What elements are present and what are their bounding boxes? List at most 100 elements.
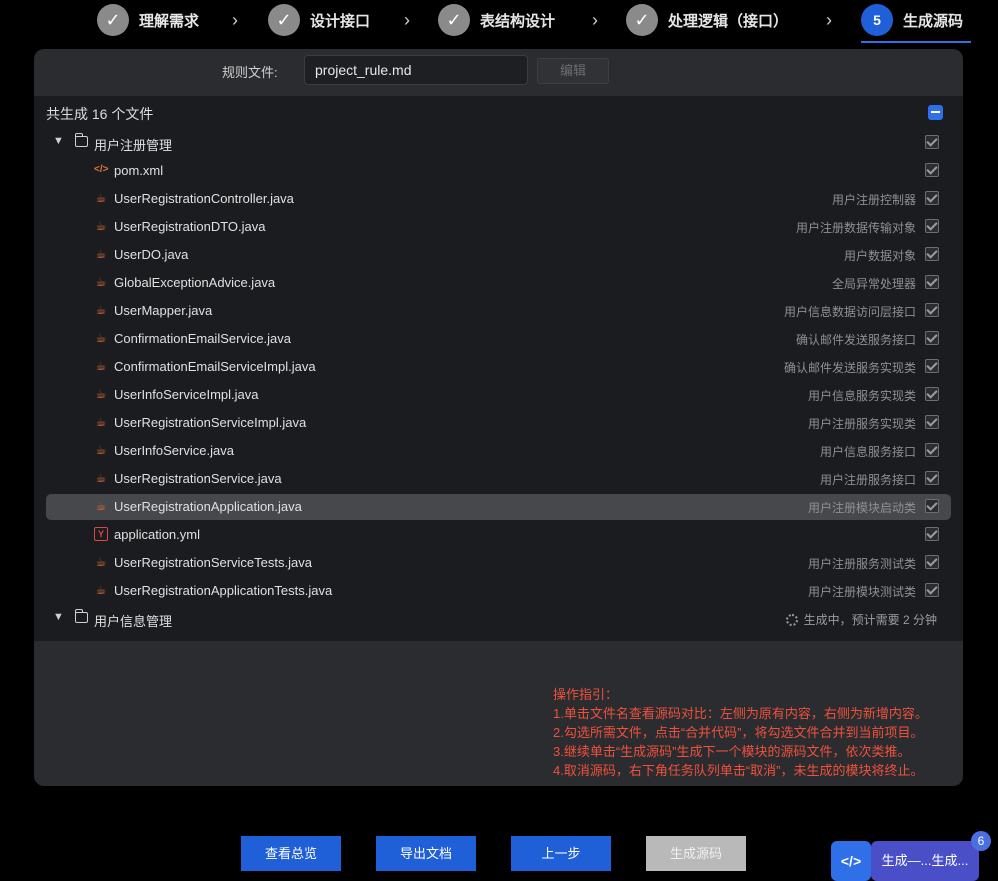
file-description: 用户注册服务测试类 xyxy=(807,557,916,571)
file-checkbox[interactable] xyxy=(925,359,939,373)
file-description: 用户注册数据传输对象 xyxy=(795,221,916,235)
file-name[interactable]: pom.xml xyxy=(114,163,163,178)
folder-row[interactable]: ▼ 用户信息管理 生成中，预计需要 2 分钟 xyxy=(46,606,951,632)
chevron-down-icon[interactable]: ▼ xyxy=(53,135,64,147)
guide-line: 3.继续单击“生成源码”生成下一个模块的源码文件，依次类推。 xyxy=(553,744,911,759)
file-checkbox[interactable] xyxy=(925,555,939,569)
file-row[interactable]: ☕ ConfirmationEmailServiceImpl.java 确认邮件… xyxy=(46,354,951,380)
file-checkbox[interactable] xyxy=(925,219,939,233)
select-all-checkbox[interactable] xyxy=(928,105,943,120)
file-name[interactable]: UserRegistrationDTO.java xyxy=(114,219,265,234)
file-name[interactable]: UserDO.java xyxy=(114,247,188,262)
step-design-interface[interactable]: ✓ 设计接口 xyxy=(268,4,370,36)
step-number: 5 xyxy=(861,4,893,36)
file-row[interactable]: ☕ UserInfoServiceImpl.java 用户信息服务实现类 xyxy=(46,382,951,408)
previous-step-button[interactable]: 上一步 xyxy=(511,836,611,871)
file-name[interactable]: UserRegistrationApplicationTests.java xyxy=(114,583,332,598)
file-row[interactable]: ☕ UserInfoService.java 用户信息服务接口 xyxy=(46,438,951,464)
generation-status: 生成中，预计需要 2 分钟 xyxy=(785,611,937,628)
rule-file-input[interactable]: project_rule.md xyxy=(304,55,528,85)
file-checkbox[interactable] xyxy=(925,527,939,541)
file-description: 用户注册控制器 xyxy=(831,193,916,207)
file-description: 用户信息数据访问层接口 xyxy=(783,305,916,319)
file-name[interactable]: application.yml xyxy=(114,527,200,542)
file-name[interactable]: UserInfoServiceImpl.java xyxy=(114,387,259,402)
file-row[interactable]: ☕ UserDO.java 用户数据对象 xyxy=(46,242,951,268)
step-understand-requirements[interactable]: ✓ 理解需求 xyxy=(97,4,199,36)
folder-name: 用户信息管理 xyxy=(94,614,173,629)
java-icon: ☕ xyxy=(95,219,107,233)
spinner-icon xyxy=(785,614,798,626)
file-row-highlighted[interactable]: ☕ UserRegistrationApplication.java 用户注册模… xyxy=(46,494,951,520)
operation-guide: 操作指引： 1.单击文件名查看源码对比：左侧为原有内容，右侧为新增内容。 2.勾… xyxy=(553,685,928,780)
main-panel: 规则文件: project_rule.md 编辑 共生成 16 个文件 ▼ 用户… xyxy=(34,49,963,786)
file-checkbox[interactable] xyxy=(925,443,939,457)
chevron-down-icon[interactable]: ▼ xyxy=(53,611,64,623)
step-processing-logic[interactable]: ✓ 处理逻辑（接口） xyxy=(626,4,788,36)
file-name[interactable]: ConfirmationEmailServiceImpl.java xyxy=(114,359,316,374)
java-icon: ☕ xyxy=(95,359,107,373)
file-description: 确认邮件发送服务实现类 xyxy=(783,361,916,375)
file-checkbox[interactable] xyxy=(925,163,939,177)
file-name[interactable]: UserRegistrationService.java xyxy=(114,471,282,486)
file-checkbox[interactable] xyxy=(925,303,939,317)
file-description: 用户数据对象 xyxy=(843,249,916,263)
file-checkbox[interactable] xyxy=(925,247,939,261)
file-tree: 共生成 16 个文件 ▼ 用户注册管理 </> pom.xml ☕ UserRe… xyxy=(34,96,963,641)
code-icon: </> xyxy=(94,164,109,175)
file-row[interactable]: </> pom.xml xyxy=(46,158,951,184)
java-icon: ☕ xyxy=(95,415,107,429)
file-row[interactable]: ☕ UserRegistrationController.java 用户注册控制… xyxy=(46,186,951,212)
step-label: 理解需求 xyxy=(139,12,200,30)
file-row[interactable]: ☕ ConfirmationEmailService.java 确认邮件发送服务… xyxy=(46,326,951,352)
java-icon: ☕ xyxy=(95,275,107,289)
java-icon: ☕ xyxy=(95,555,107,569)
export-doc-button[interactable]: 导出文档 xyxy=(376,836,476,871)
file-row[interactable]: Y application.yml xyxy=(46,522,951,548)
file-name[interactable]: ConfirmationEmailService.java xyxy=(114,331,291,346)
file-description: 用户注册模块启动类 xyxy=(807,501,916,515)
file-name[interactable]: UserRegistrationController.java xyxy=(114,191,294,206)
step-generate-source[interactable]: 5 生成源码 xyxy=(861,4,963,36)
step-label: 设计接口 xyxy=(310,12,371,30)
yml-icon: Y xyxy=(94,527,108,541)
file-checkbox[interactable] xyxy=(925,415,939,429)
folder-row[interactable]: ▼ 用户注册管理 xyxy=(46,130,951,156)
generate-source-button[interactable]: 生成源码 xyxy=(646,836,746,871)
file-name[interactable]: UserInfoService.java xyxy=(114,443,234,458)
file-row[interactable]: ☕ UserRegistrationService.java 用户注册服务接口 xyxy=(46,466,951,492)
chevron-right-icon: › xyxy=(404,10,410,30)
file-row[interactable]: ☕ GlobalExceptionAdvice.java 全局异常处理器 xyxy=(46,270,951,296)
view-overview-button[interactable]: 查看总览 xyxy=(241,836,341,871)
file-checkbox[interactable] xyxy=(925,499,939,513)
file-name[interactable]: UserRegistrationServiceImpl.java xyxy=(114,415,306,430)
rule-file-label: 规则文件: xyxy=(222,65,278,80)
file-row[interactable]: ☕ UserRegistrationApplicationTests.java … xyxy=(46,578,951,604)
file-checkbox[interactable] xyxy=(925,191,939,205)
file-name[interactable]: GlobalExceptionAdvice.java xyxy=(114,275,275,290)
java-icon: ☕ xyxy=(95,191,107,205)
file-checkbox[interactable] xyxy=(925,583,939,597)
file-row[interactable]: ☕ UserMapper.java 用户信息数据访问层接口 xyxy=(46,298,951,324)
task-queue[interactable]: </> 生成—...生成... xyxy=(831,841,981,881)
file-row[interactable]: ☕ UserRegistrationServiceTests.java 用户注册… xyxy=(46,550,951,576)
task-queue-label[interactable]: 生成—...生成... xyxy=(871,841,979,881)
java-icon: ☕ xyxy=(95,443,107,457)
file-row[interactable]: ☕ UserRegistrationDTO.java 用户注册数据传输对象 xyxy=(46,214,951,240)
step-label: 处理逻辑（接口） xyxy=(668,12,789,30)
edit-button[interactable]: 编辑 xyxy=(537,58,609,84)
file-name[interactable]: UserRegistrationServiceTests.java xyxy=(114,555,312,570)
folder-checkbox[interactable] xyxy=(925,135,939,149)
file-checkbox[interactable] xyxy=(925,471,939,485)
file-name[interactable]: UserRegistrationApplication.java xyxy=(114,499,302,514)
file-row[interactable]: ☕ UserRegistrationServiceImpl.java 用户注册服… xyxy=(46,410,951,436)
guide-line: 2.勾选所需文件，点击“合并代码”，将勾选文件合并到当前项目。 xyxy=(553,725,924,740)
step-table-design[interactable]: ✓ 表结构设计 xyxy=(438,4,555,36)
file-name[interactable]: UserMapper.java xyxy=(114,303,212,318)
file-checkbox[interactable] xyxy=(925,275,939,289)
code-icon[interactable]: </> xyxy=(831,841,871,881)
chevron-right-icon: › xyxy=(592,10,598,30)
file-checkbox[interactable] xyxy=(925,331,939,345)
file-description: 用户信息服务接口 xyxy=(819,445,916,459)
file-checkbox[interactable] xyxy=(925,387,939,401)
